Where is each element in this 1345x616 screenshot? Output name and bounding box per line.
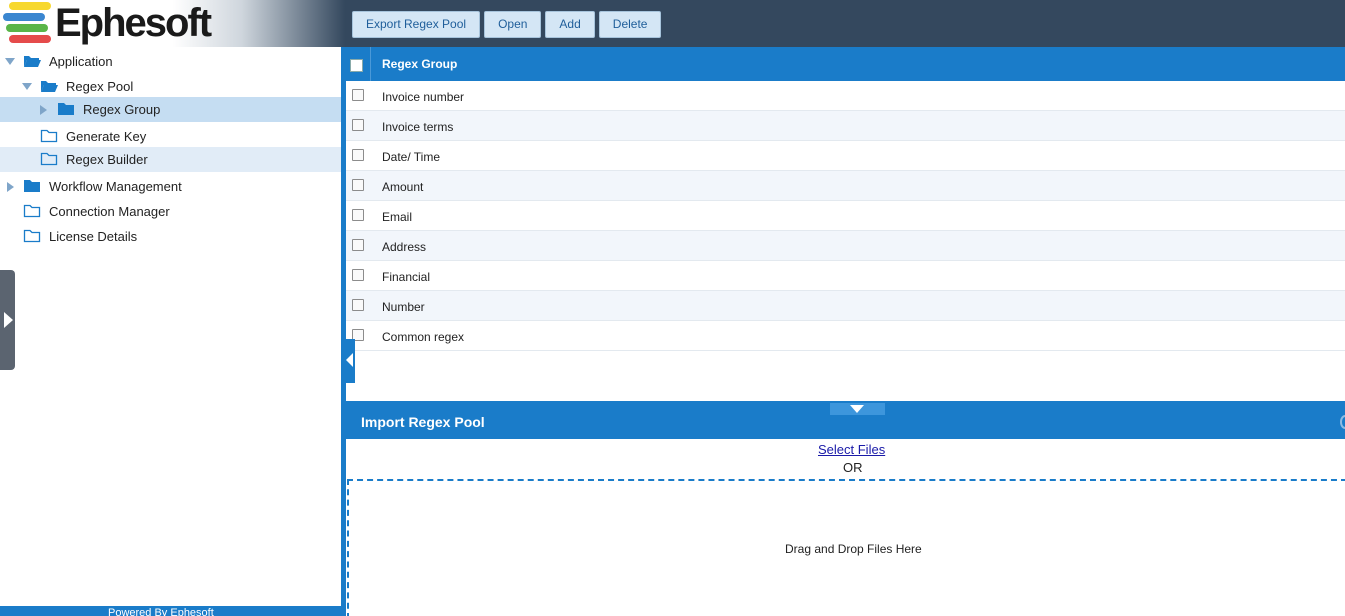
expand-side-panel-handle[interactable] [0,270,15,370]
footer-bar: Powered By Ephesoft [0,606,341,616]
brand-name: Ephesoft [55,1,212,45]
folder-open-icon [41,81,58,92]
row-checkbox[interactable] [352,89,364,101]
folder-open-icon [24,56,41,67]
row-label: Address [382,240,427,254]
chevron-left-icon [346,353,353,367]
expand-toggle-icon[interactable] [40,105,47,115]
tree-item-label: Workflow Management [49,179,182,194]
column-header-regex-group[interactable]: Regex Group [382,57,457,71]
tree-item-application[interactable]: Application [0,49,341,74]
table-row[interactable]: Address [346,231,1345,261]
tree-item-connection-manager[interactable]: Connection Manager [0,199,341,224]
table-row[interactable]: Email [346,201,1345,231]
collapse-left-panel-handle[interactable] [346,339,355,383]
row-checkbox[interactable] [352,179,364,191]
table-row[interactable]: Amount [346,171,1345,201]
tree-item-label: Generate Key [66,129,147,144]
tree-item-generate-key[interactable]: Generate Key [0,124,341,149]
tree-item-license-details[interactable]: License Details [0,224,341,249]
or-separator: OR [843,460,863,475]
open-button[interactable]: Open [484,11,542,38]
select-all-checkbox[interactable] [350,59,363,72]
folder-icon [24,180,40,192]
folder-outline-icon [40,129,58,143]
table-row[interactable]: Number [346,291,1345,321]
folder-icon [58,103,74,115]
navigation-tree: Application Regex Pool Regex Group Gener… [0,47,341,616]
grid-header: Regex Group [346,47,1345,81]
chevron-right-icon [4,312,13,328]
table-row[interactable]: Common regex [346,321,1345,351]
row-checkbox[interactable] [352,239,364,251]
row-checkbox[interactable] [352,119,364,131]
select-files-link[interactable]: Select Files [818,442,885,457]
app-header: Ephesoft Export Regex Pool Open Add Dele… [0,0,1345,47]
row-checkbox[interactable] [352,149,364,161]
row-checkbox[interactable] [352,299,364,311]
drop-zone-label: Drag and Drop Files Here [785,542,922,556]
table-row[interactable]: Financial [346,261,1345,291]
import-regex-pool-header: Import Regex Pool [346,401,1345,439]
table-row[interactable]: Date/ Time [346,141,1345,171]
tree-item-label: Regex Group [83,102,161,117]
tree-item-label: Regex Builder [66,152,148,167]
expand-toggle-icon[interactable] [22,83,32,90]
export-regex-pool-button[interactable]: Export Regex Pool [352,11,481,38]
tree-item-regex-builder[interactable]: Regex Builder [0,147,341,172]
chevron-down-icon [850,405,864,413]
import-title: Import Regex Pool [361,414,485,430]
row-checkbox[interactable] [352,269,364,281]
collapse-import-handle[interactable] [830,403,885,415]
tree-item-regex-pool[interactable]: Regex Pool [0,74,341,99]
tree-item-label: Connection Manager [49,204,170,219]
row-label: Amount [382,180,424,194]
add-button[interactable]: Add [545,11,595,38]
tree-item-regex-group[interactable]: Regex Group [0,97,341,122]
row-label: Number [382,300,425,314]
row-label: Email [382,210,413,224]
expand-toggle-icon[interactable] [5,58,15,65]
toolbar: Export Regex Pool Open Add Delete [352,11,662,38]
footer-text: Powered By Ephesoft [108,607,214,616]
ephesoft-logo-icon [3,2,51,44]
regex-group-grid: Regex Group Invoice number Invoice terms… [346,47,1345,401]
table-row[interactable]: Invoice terms [346,111,1345,141]
folder-outline-icon [40,152,58,166]
header-divider [370,47,371,81]
logo-area: Ephesoft [0,0,345,47]
folder-outline-icon [23,204,41,218]
tree-item-label: Regex Pool [66,79,134,94]
row-label: Date/ Time [382,150,441,164]
close-icon[interactable] [1340,415,1345,429]
row-label: Invoice terms [382,120,454,134]
row-label: Common regex [382,330,465,344]
table-row[interactable]: Invoice number [346,81,1345,111]
delete-button[interactable]: Delete [598,11,662,38]
row-label: Invoice number [382,90,465,104]
tree-item-workflow-management[interactable]: Workflow Management [0,174,341,199]
tree-item-label: Application [49,54,113,69]
tree-item-label: License Details [49,229,138,244]
folder-outline-icon [23,229,41,243]
row-label: Financial [382,270,431,284]
row-checkbox[interactable] [352,209,364,221]
expand-toggle-icon[interactable] [7,182,14,192]
